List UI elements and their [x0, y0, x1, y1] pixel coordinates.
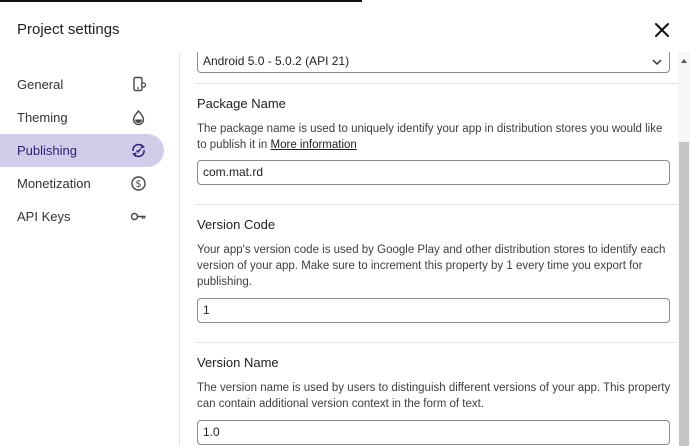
sidebar-item-label: Publishing — [17, 143, 77, 158]
sidebar-item-general[interactable]: General — [0, 68, 164, 101]
section-divider — [195, 83, 678, 84]
sidebar-item-api-keys[interactable]: API Keys — [0, 200, 164, 233]
close-icon[interactable] — [652, 20, 672, 40]
package-name-value: com.mat.rd — [203, 165, 264, 179]
version-name-value: 1.0 — [203, 425, 220, 439]
min-sdk-select[interactable]: Android 5.0 - 5.0.2 (API 21) — [197, 52, 670, 73]
sidebar-item-theming[interactable]: Theming — [0, 101, 164, 134]
scrollbar-thumb[interactable] — [679, 142, 689, 446]
dollar-icon: $ — [131, 176, 146, 191]
sidebar-item-label: Monetization — [17, 176, 91, 191]
dialog-header: Project settings — [0, 0, 690, 52]
package-name-input[interactable]: com.mat.rd — [197, 160, 670, 185]
settings-sidebar: General Theming Publishing Monetization … — [0, 52, 180, 446]
sidebar-item-label: General — [17, 77, 64, 92]
version-code-title: Version Code — [197, 217, 276, 232]
sidebar-item-publishing[interactable]: Publishing — [0, 134, 164, 167]
sidebar-item-label: Theming — [17, 110, 68, 125]
chevron-down-icon — [652, 59, 662, 66]
version-name-title: Version Name — [197, 355, 279, 370]
droplet-icon — [132, 109, 145, 126]
version-code-value: 1 — [203, 303, 210, 317]
phone-settings-icon — [133, 76, 147, 92]
publishing-settings-panel: Android 5.0 - 5.0.2 (API 21) Package Nam… — [181, 52, 678, 446]
more-information-link[interactable]: More information — [271, 139, 357, 151]
key-icon — [130, 212, 146, 221]
scroll-up-arrow-icon[interactable] — [680, 57, 688, 65]
dialog-title: Project settings — [17, 21, 120, 38]
sidebar-item-label: API Keys — [17, 209, 71, 224]
section-divider — [195, 342, 678, 343]
svg-text:$: $ — [135, 179, 141, 190]
version-code-input[interactable]: 1 — [197, 298, 670, 323]
version-name-description: The version name is used by users to dis… — [197, 382, 671, 410]
publish-sync-icon — [132, 143, 145, 158]
package-name-description-text: The package name is used to uniquely ide… — [197, 123, 663, 151]
sidebar-item-monetization[interactable]: Monetization $ — [0, 167, 164, 200]
package-name-title: Package Name — [197, 96, 286, 111]
package-name-description: The package name is used to uniquely ide… — [197, 121, 672, 153]
section-divider — [195, 204, 678, 205]
version-name-input[interactable]: 1.0 — [197, 420, 670, 445]
version-code-description: Your app's version code is used by Googl… — [197, 244, 666, 288]
min-sdk-value: Android 5.0 - 5.0.2 (API 21) — [203, 54, 350, 68]
content-scrollbar[interactable] — [678, 52, 690, 446]
